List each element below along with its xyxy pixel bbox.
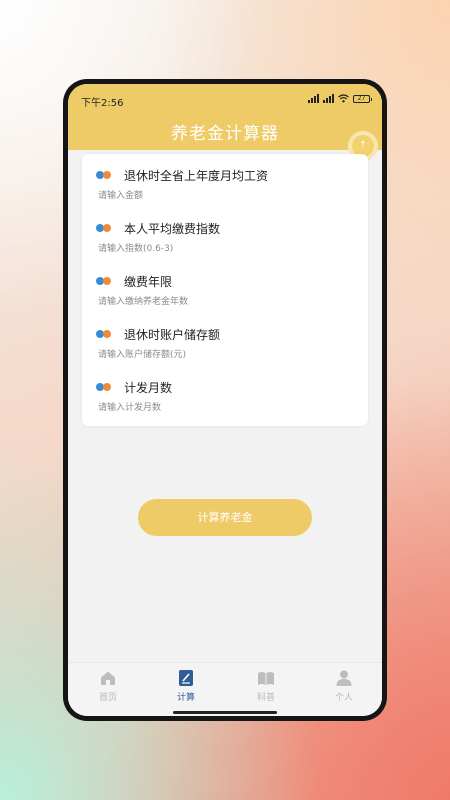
bottom-tabbar: 首页 计算 科普 个人 — [68, 662, 382, 716]
field-label: 退休时账户储存额 — [124, 328, 221, 342]
tab-label: 个人 — [334, 693, 353, 703]
status-icons: 27 — [308, 94, 372, 103]
input-card: 退休时全省上年度月均工资 本人平均缴费指数 缴费年限 退休时账户储存额 计发月数 — [82, 154, 368, 426]
tab-home[interactable]: 首页 — [78, 669, 138, 709]
average-wage-input[interactable] — [98, 189, 348, 203]
book-icon — [258, 672, 274, 685]
field-label: 本人平均缴费指数 — [124, 222, 221, 236]
person-icon — [336, 670, 352, 686]
field-payout-months: 计发月数 — [82, 366, 368, 419]
payout-months-input[interactable] — [98, 401, 348, 415]
bullet-dots-icon — [96, 224, 112, 232]
tab-science[interactable]: 科普 — [236, 669, 296, 709]
field-label: 缴费年限 — [124, 275, 173, 289]
bullet-dots-icon — [96, 383, 112, 391]
wifi-icon — [338, 94, 349, 103]
phone-frame: 下午2:56 27 养老金计算器 ⇡ 退休时全省上年度月均工资 请输入金额 本人… — [63, 79, 387, 721]
bullet-dots-icon — [96, 330, 112, 338]
field-contribution-years: 缴费年限 — [82, 260, 368, 313]
tab-profile[interactable]: 个人 — [314, 669, 374, 709]
field-average-wage: 退休时全省上年度月均工资 — [82, 154, 368, 207]
signal-icon — [308, 94, 319, 103]
field-account-balance: 退休时账户储存额 — [82, 313, 368, 366]
field-contribution-index: 本人平均缴费指数 — [82, 207, 368, 260]
contribution-index-input[interactable] — [98, 242, 348, 256]
home-indicator — [173, 711, 277, 714]
app-screen: 下午2:56 27 养老金计算器 ⇡ 退休时全省上年度月均工资 请输入金额 本人… — [68, 84, 382, 716]
calculator-icon — [179, 670, 193, 686]
bullet-dots-icon — [96, 171, 112, 179]
home-icon — [101, 671, 115, 685]
status-time: 下午2:56 — [81, 98, 124, 109]
page-title: 养老金计算器 — [171, 124, 279, 144]
calculate-pension-button[interactable]: 计算养老金 — [138, 499, 312, 536]
app-header: 下午2:56 27 养老金计算器 — [68, 84, 382, 150]
tab-label: 计算 — [176, 693, 195, 703]
tab-label: 首页 — [98, 693, 117, 703]
account-balance-input[interactable] — [98, 348, 348, 362]
tab-label: 科普 — [256, 693, 275, 703]
field-label: 计发月数 — [124, 381, 173, 395]
contribution-years-input[interactable] — [98, 295, 348, 309]
battery-icon: 27 — [353, 94, 372, 103]
bullet-dots-icon — [96, 277, 112, 285]
field-label: 退休时全省上年度月均工资 — [124, 169, 269, 183]
tab-calculate[interactable]: 计算 — [156, 669, 216, 709]
signal-icon — [323, 94, 334, 103]
